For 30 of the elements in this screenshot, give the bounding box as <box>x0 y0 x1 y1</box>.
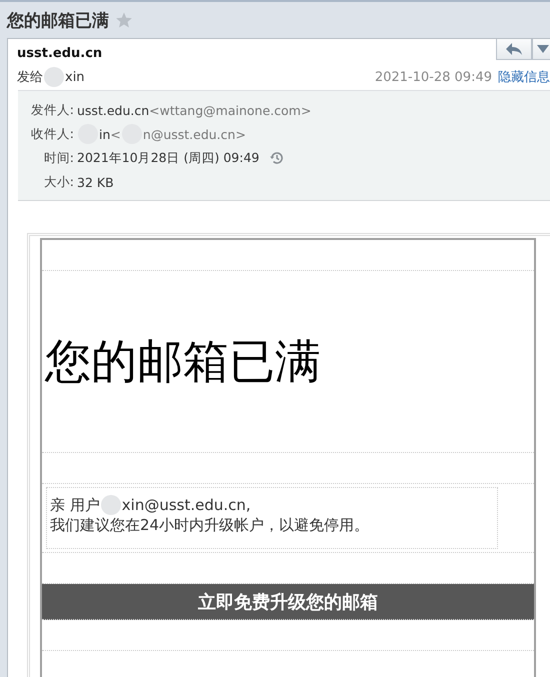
message-text: 我们建议您在24小时内升级帐户，以避免停用。 <box>50 516 370 536</box>
email-heading: 您的邮箱已满 <box>44 334 321 388</box>
redaction-blur <box>100 495 121 515</box>
caret-icon <box>537 45 549 53</box>
email-subject: 您的邮箱已满 <box>7 10 109 32</box>
upgrade-button[interactable]: 立即免费升级您的邮箱 <box>42 584 534 620</box>
hide-details-link[interactable]: 隐藏信息 <box>498 68 550 86</box>
field-label: 时间: <box>42 150 74 166</box>
date-text: 2021-10-28 09:49 <box>374 70 492 84</box>
field-value: <wttang@mainone.com> <box>149 102 312 118</box>
field-value: 32 KB <box>77 174 114 190</box>
recipient-text: xin <box>65 70 85 84</box>
field-value: n@usst.edu.cn> <box>142 126 246 142</box>
redaction-blur <box>44 67 64 87</box>
field-label: 发件人: <box>30 102 74 118</box>
reply-button[interactable] <box>496 39 532 60</box>
more-dropdown[interactable] <box>532 39 550 60</box>
field-label: 收件人: <box>30 126 74 142</box>
reply-icon <box>505 42 523 56</box>
sender-name: usst.edu.cn <box>17 46 102 63</box>
field-value: 2021年10月28日 (周四) 09:49 <box>77 150 260 166</box>
history-icon[interactable] <box>269 150 286 166</box>
field-value: < <box>110 126 121 142</box>
field-value: usst.edu.cn <box>77 102 150 118</box>
field-value: in <box>99 126 110 142</box>
field-label: 大小: <box>42 174 74 190</box>
recipient-text: 发给 <box>17 69 43 86</box>
greeting-text: xin@usst.edu.cn, <box>122 496 251 514</box>
greeting-text: 亲 用户 <box>50 496 100 514</box>
star-icon[interactable] <box>115 11 133 29</box>
